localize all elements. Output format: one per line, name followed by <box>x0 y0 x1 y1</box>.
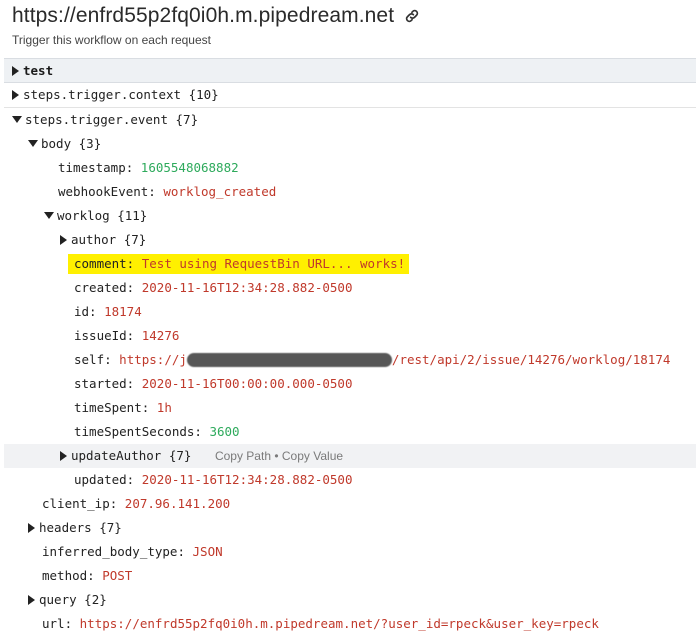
self-value-start: https:// <box>119 352 180 367</box>
redaction-scribble <box>186 352 392 367</box>
self-value-end: /rest/api/2/issue/14276/worklog/18174 <box>391 352 671 367</box>
method-value: POST <box>102 568 133 583</box>
self-key: self: <box>74 352 112 367</box>
tree-row-created[interactable]: created: 2020-11-16T12:34:28.882-0500 <box>4 276 696 300</box>
tree-row-id[interactable]: id: 18174 <box>4 300 696 324</box>
tree-row-inferred_body_type[interactable]: inferred_body_type: JSON <box>4 540 696 564</box>
worklog-key: worklog <box>57 208 110 223</box>
query-key: query <box>39 592 77 607</box>
started-key: started: <box>74 376 135 391</box>
headers-key: headers <box>39 520 92 535</box>
tree-row-comment[interactable]: comment: Test using RequestBin URL... wo… <box>4 252 696 276</box>
query-count: {2} <box>84 592 107 607</box>
comment-value: Test using RequestBin URL... works! <box>141 256 406 271</box>
collapse-triangle-icon[interactable] <box>44 212 54 219</box>
worklog-count: {11} <box>117 208 148 223</box>
endpoint-url-row: https://enfrd55p2fq0i0h.m.pipedream.net <box>12 4 420 28</box>
comment-key: comment: <box>74 256 135 271</box>
started-value: 2020-11-16T00:00:00.000-0500 <box>141 376 353 391</box>
link-icon[interactable] <box>404 8 420 24</box>
endpoint-url[interactable]: https://enfrd55p2fq0i0h.m.pipedream.net <box>12 4 394 28</box>
body-key: body <box>41 136 72 151</box>
tree-row-self[interactable]: self: https://j/rest/api/2/issue/14276/w… <box>4 348 696 372</box>
tree-row-body[interactable]: body {3} <box>4 132 696 156</box>
expand-triangle-icon[interactable] <box>28 522 35 533</box>
created-key: created: <box>74 280 135 295</box>
timestamp-key: timestamp: <box>58 160 134 175</box>
author-key: author <box>71 232 117 247</box>
timeSpent-value: 1h <box>156 400 172 415</box>
collapse-triangle-icon[interactable] <box>28 140 38 147</box>
webhookEvent-value: worklog_created <box>163 184 277 199</box>
webhookEvent-key: webhookEvent: <box>58 184 156 199</box>
author-count: {7} <box>123 232 147 247</box>
tree-row-webhookEvent[interactable]: webhookEvent: worklog_created <box>4 180 696 204</box>
endpoint-subtitle: Trigger this workflow on each request <box>12 33 211 47</box>
tree-row-headers[interactable]: headers {7} <box>4 516 696 540</box>
client_ip-value: 207.96.141.200 <box>124 496 231 511</box>
issueId-key: issueId: <box>74 328 135 343</box>
tree-row-worklog[interactable]: worklog {11} <box>4 204 696 228</box>
collapse-triangle-icon[interactable] <box>12 116 22 123</box>
timestamp-value: 1605548068882 <box>140 160 239 175</box>
timeSpentSeconds-key: timeSpentSeconds: <box>74 424 202 439</box>
workflow-header: https://enfrd55p2fq0i0h.m.pipedream.net … <box>12 4 420 47</box>
updated-key: updated: <box>74 472 135 487</box>
tree-row-timeSpent[interactable]: timeSpent: 1h <box>4 396 696 420</box>
updated-value: 2020-11-16T12:34:28.882-0500 <box>141 472 353 487</box>
tree-row-updateAuthor[interactable]: updateAuthor {7} Copy Path • Copy Value <box>4 444 696 468</box>
context-key: steps.trigger.context <box>23 87 182 102</box>
event-tree: test steps.trigger.context {10} steps.tr… <box>4 58 696 636</box>
tree-row-client_ip[interactable]: client_ip: 207.96.141.200 <box>4 492 696 516</box>
id-key: id: <box>74 304 97 319</box>
tree-row-query[interactable]: query {2} <box>4 588 696 612</box>
timeSpent-key: timeSpent: <box>74 400 150 415</box>
tree-row-author[interactable]: author {7} <box>4 228 696 252</box>
headers-count: {7} <box>99 520 122 535</box>
self-value-visible-char: j <box>179 352 187 367</box>
tree-row-updated[interactable]: updated: 2020-11-16T12:34:28.882-0500 <box>4 468 696 492</box>
copy-value-link[interactable]: Copy Value <box>282 449 343 463</box>
expand-triangle-icon[interactable] <box>60 450 67 461</box>
id-value: 18174 <box>104 304 142 319</box>
tree-row-url[interactable]: url: https://enfrd55p2fq0i0h.m.pipedream… <box>4 612 696 636</box>
inferred_body_type-key: inferred_body_type: <box>42 544 185 559</box>
test-label: test <box>23 63 54 78</box>
copy-path-link[interactable]: Copy Path <box>215 449 271 463</box>
expand-triangle-icon[interactable] <box>12 65 19 76</box>
updateAuthor-key: updateAuthor <box>71 448 162 463</box>
expand-triangle-icon[interactable] <box>60 234 67 245</box>
issueId-value: 14276 <box>141 328 180 343</box>
expand-triangle-icon[interactable] <box>12 89 19 100</box>
tree-row-timestamp[interactable]: timestamp: 1605548068882 <box>4 156 696 180</box>
tree-row-timeSpentSeconds[interactable]: timeSpentSeconds: 3600 <box>4 420 696 444</box>
tree-row-started[interactable]: started: 2020-11-16T00:00:00.000-0500 <box>4 372 696 396</box>
client_ip-key: client_ip: <box>42 496 118 511</box>
expand-triangle-icon[interactable] <box>28 594 35 605</box>
body-count: {3} <box>78 136 102 151</box>
tree-row-event[interactable]: steps.trigger.event {7} <box>4 108 696 132</box>
updateAuthor-count: {7} <box>168 448 192 463</box>
created-value: 2020-11-16T12:34:28.882-0500 <box>141 280 353 295</box>
tree-row-issueId[interactable]: issueId: 14276 <box>4 324 696 348</box>
comment-highlight: comment: Test using RequestBin URL... wo… <box>68 254 410 274</box>
actions-separator: • <box>274 449 279 463</box>
tree-row-context[interactable]: steps.trigger.context {10} <box>4 83 696 108</box>
method-key: method: <box>42 568 95 583</box>
event-key: steps.trigger.event <box>25 112 168 127</box>
url-key: url: <box>42 616 73 631</box>
url-value: https://enfrd55p2fq0i0h.m.pipedream.net/… <box>79 616 599 631</box>
inferred_body_type-value: JSON <box>192 544 223 559</box>
tree-row-method[interactable]: method: POST <box>4 564 696 588</box>
event-count: {7} <box>175 112 199 127</box>
context-count: {10} <box>188 87 219 102</box>
timeSpentSeconds-value: 3600 <box>209 424 240 439</box>
tree-row-test[interactable]: test <box>4 58 696 83</box>
row-actions: Copy Path • Copy Value <box>215 449 343 463</box>
